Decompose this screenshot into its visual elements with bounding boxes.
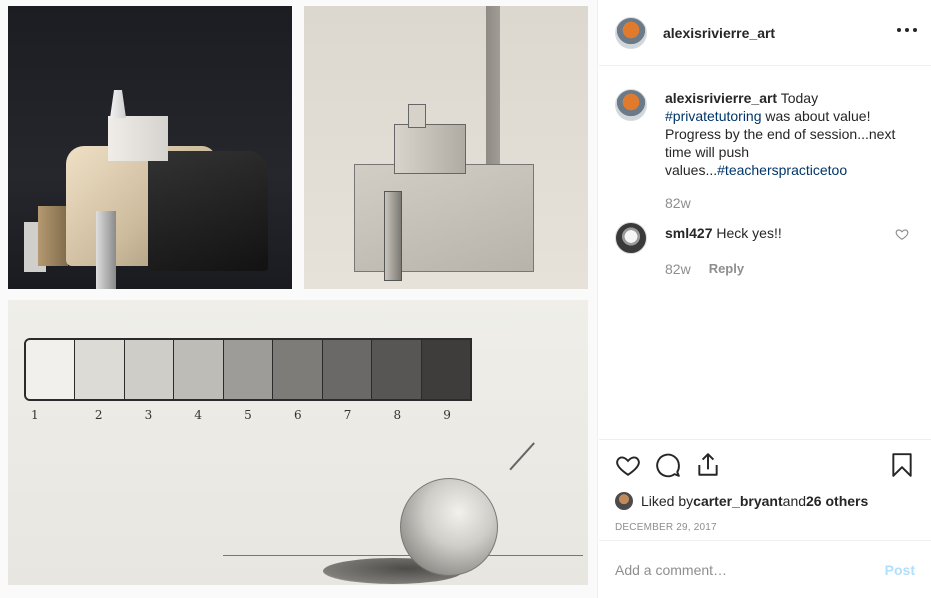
post-date[interactable]: DECEMBER 29, 2017 xyxy=(615,522,915,533)
post-comment-button[interactable]: Post xyxy=(885,562,915,578)
sketch-tube xyxy=(384,191,402,281)
post-header: alexisrivierre_art xyxy=(599,0,931,66)
caption-text-1: Today xyxy=(777,90,819,106)
likes-summary: Liked by carter_bryant and 26 others xyxy=(615,492,915,510)
comment-meta: 82w Reply xyxy=(665,260,915,278)
ground-line xyxy=(223,555,583,556)
post-side-panel: alexisrivierre_art alexisrivierre_art To… xyxy=(599,0,931,598)
comment-like-heart-icon[interactable] xyxy=(895,227,909,241)
caption: alexisrivierre_art Today #privatetutorin… xyxy=(615,89,915,212)
liker-avatar[interactable] xyxy=(615,492,633,510)
liker-username[interactable]: carter_bryant xyxy=(693,493,783,509)
sketch-table xyxy=(354,164,534,272)
author-avatar[interactable] xyxy=(615,16,647,49)
still-life-photo xyxy=(8,6,292,289)
value-swatch xyxy=(223,340,274,399)
value-scale-number: 3 xyxy=(144,408,153,422)
still-life-blocks xyxy=(38,206,68,266)
value-scale-number: 2 xyxy=(94,408,103,422)
value-scale-drawing: 1 2 3 4 5 6 7 8 9 xyxy=(8,300,588,585)
post-actions: Liked by carter_bryant and 26 others DEC… xyxy=(599,439,931,533)
likes-middle: and xyxy=(782,493,807,509)
value-swatch xyxy=(372,340,422,399)
value-scale-number: 5 xyxy=(244,408,252,422)
comment-body: Heck yes!! xyxy=(712,225,782,241)
still-life-dark-cloth xyxy=(148,151,268,271)
caption-author-username[interactable]: alexisrivierre_art xyxy=(665,90,777,106)
still-life-tube xyxy=(96,211,116,289)
comment-item: sml427 Heck yes!! 82w Reply xyxy=(615,222,915,278)
still-life-box xyxy=(108,116,168,161)
value-scale-number: 4 xyxy=(194,408,203,422)
reply-button[interactable]: Reply xyxy=(709,260,744,278)
still-life-sketch xyxy=(304,6,588,289)
value-swatch xyxy=(174,340,224,399)
sphere-drawing xyxy=(400,478,498,576)
value-swatch xyxy=(421,340,470,399)
post-media[interactable]: 1 2 3 4 5 6 7 8 9 xyxy=(0,0,598,598)
value-scale-number: 6 xyxy=(293,408,302,422)
share-icon[interactable] xyxy=(695,452,721,478)
bookmark-icon[interactable] xyxy=(889,452,915,478)
caption-author-avatar[interactable] xyxy=(615,89,647,121)
light-source-arrow xyxy=(509,442,535,471)
sketch-cup xyxy=(408,104,426,128)
sketch-box xyxy=(394,124,466,174)
add-comment-bar: Post xyxy=(599,540,931,598)
commenter-avatar[interactable] xyxy=(615,222,647,254)
more-horizontal-icon[interactable] xyxy=(897,22,917,38)
caption-text: alexisrivierre_art Today #privatetutorin… xyxy=(665,89,915,179)
value-scale-number: 8 xyxy=(393,408,402,422)
likes-others-link[interactable]: 26 others xyxy=(806,493,868,509)
comment-input[interactable] xyxy=(615,561,885,578)
comment-text: sml427 Heck yes!! xyxy=(665,224,915,242)
comment-icon[interactable] xyxy=(655,452,681,478)
comment-age[interactable]: 82w xyxy=(665,260,691,278)
value-swatch xyxy=(75,340,125,399)
value-swatch xyxy=(124,340,175,399)
value-swatch xyxy=(322,340,373,399)
value-scale-number: 9 xyxy=(443,408,451,422)
caption-age[interactable]: 82w xyxy=(665,194,691,212)
commenter-username[interactable]: sml427 xyxy=(665,225,712,241)
heart-icon[interactable] xyxy=(615,452,641,478)
likes-prefix: Liked by xyxy=(641,493,694,509)
value-scale-bar xyxy=(24,338,472,401)
hashtag-link[interactable]: #teacherspracticetoo xyxy=(717,162,847,178)
comments-section: alexisrivierre_art Today #privatetutorin… xyxy=(599,67,931,439)
value-scale-number: 1 xyxy=(31,408,39,422)
value-scale-number: 7 xyxy=(343,408,352,422)
hashtag-link[interactable]: #privatetutoring xyxy=(665,108,762,124)
action-icons xyxy=(615,452,915,478)
caption-meta: 82w xyxy=(665,194,915,212)
value-swatch xyxy=(26,340,76,399)
author-username[interactable]: alexisrivierre_art xyxy=(663,25,775,41)
value-swatch xyxy=(273,340,323,399)
still-life-cup xyxy=(110,90,126,118)
